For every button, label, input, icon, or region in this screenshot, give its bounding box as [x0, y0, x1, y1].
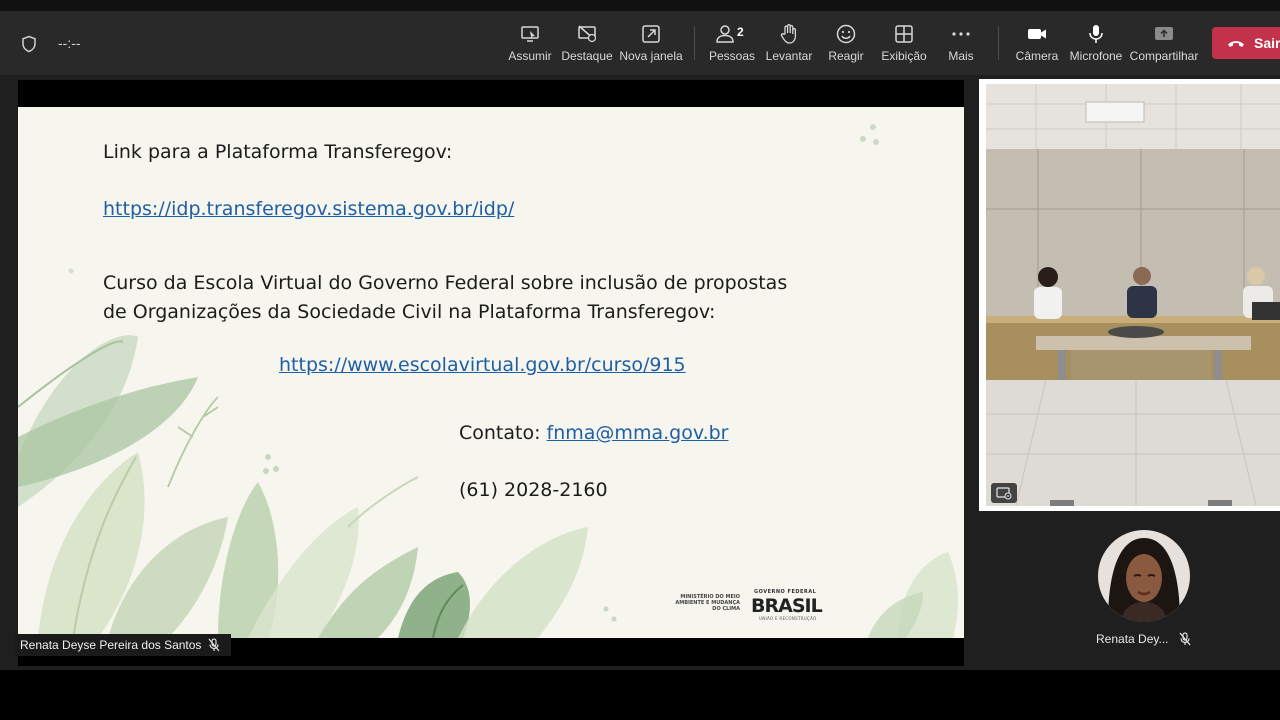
screen-share-stage: Link para a Plataforma Transferegov: htt…	[18, 80, 964, 666]
meeting-timer: --:--	[58, 35, 81, 51]
take-control-button[interactable]: Assumir	[508, 17, 552, 69]
shield-icon	[22, 35, 36, 53]
room-video-feed[interactable]	[986, 84, 1280, 506]
microphone-icon	[1089, 25, 1103, 43]
share-button[interactable]: Compartilhar	[1130, 17, 1198, 69]
spotlight-off-icon	[578, 25, 597, 43]
spotlight-label: Destaque	[561, 49, 613, 63]
contact-email-link[interactable]: fnma@mma.gov.br	[547, 422, 729, 444]
presenter-name-tag: Renata Deyse Pereira dos Santos	[14, 634, 232, 656]
raise-hand-button[interactable]: Levantar	[766, 17, 812, 69]
camera-button[interactable]: Câmera	[1014, 17, 1060, 69]
hang-up-icon	[1228, 41, 1244, 47]
pop-out-button[interactable]: Nova janela	[619, 17, 683, 69]
government-logos: MINISTÉRIO DO MEIO AMBIENTE E MUDANÇA DO…	[674, 589, 834, 625]
room-video-image	[986, 84, 1280, 506]
toolbar-divider	[998, 26, 999, 60]
course-text-line1: Curso da Escola Virtual do Governo Feder…	[103, 272, 788, 294]
share-icon	[1155, 27, 1173, 40]
contact-label: Contato:	[459, 422, 547, 444]
pop-out-icon	[642, 25, 660, 43]
screen-view-icon	[996, 487, 1012, 500]
course-text-line2: de Organizações da Sociedade Civil na Pl…	[103, 301, 716, 323]
top-strip	[0, 0, 1280, 11]
raise-hand-label: Levantar	[765, 49, 813, 63]
mic-off-icon	[208, 638, 220, 652]
toolbar-divider	[694, 26, 695, 60]
participant-name: Renata Dey...	[1096, 632, 1169, 646]
view-button[interactable]: Exibição	[881, 17, 927, 69]
more-icon	[952, 32, 970, 36]
spotlight-button[interactable]: Destaque	[561, 17, 613, 69]
contact-line: Contato: fnma@mma.gov.br	[459, 422, 729, 444]
people-count: 2	[737, 25, 744, 39]
microphone-button[interactable]: Microfone	[1068, 17, 1124, 69]
view-label: Exibição	[881, 49, 927, 63]
participant-avatar[interactable]	[1098, 530, 1190, 622]
leave-label: Sair	[1254, 35, 1280, 51]
react-label: Reagir	[828, 49, 864, 63]
gov-logo-bottom: UNIÃO E RECONSTRUÇÃO	[759, 616, 817, 621]
more-button[interactable]: Mais	[944, 17, 978, 69]
leave-button[interactable]: Sair	[1212, 27, 1280, 59]
react-button[interactable]: Reagir	[827, 17, 865, 69]
people-icon	[716, 25, 734, 43]
participant-mic-off-icon	[1179, 632, 1191, 646]
more-label: Mais	[948, 49, 974, 63]
meeting-toolbar: --:-- Assumir Destaque Nova janela 2 Pes…	[0, 11, 1280, 75]
brasil-logo: BRASIL	[751, 595, 823, 617]
transferegov-link[interactable]: https://idp.transferegov.sistema.gov.br/…	[103, 198, 514, 220]
take-control-label: Assumir	[508, 49, 552, 63]
bottom-letterbox	[0, 670, 1280, 720]
contact-phone: (61) 2028-2160	[459, 479, 608, 501]
microphone-label: Microfone	[1069, 49, 1123, 63]
people-label: Pessoas	[708, 49, 756, 63]
ministry-logo-text: MINISTÉRIO DO MEIO AMBIENTE E MUDANÇA DO…	[675, 594, 740, 612]
slide-heading: Link para a Plataforma Transferegov:	[103, 141, 453, 163]
camera-icon	[1028, 29, 1046, 39]
presenter-name: Renata Deyse Pereira dos Santos	[20, 638, 202, 652]
take-control-icon	[521, 26, 539, 42]
react-icon	[836, 24, 856, 44]
course-link[interactable]: https://www.escolavirtual.gov.br/curso/9…	[279, 354, 686, 376]
view-icon	[895, 25, 913, 43]
video-options-button[interactable]	[991, 483, 1017, 503]
share-label: Compartilhar	[1129, 49, 1199, 63]
participant-photo	[1098, 530, 1190, 622]
camera-label: Câmera	[1015, 49, 1059, 63]
raise-hand-icon	[780, 24, 797, 44]
presentation-slide: Link para a Plataforma Transferegov: htt…	[18, 107, 964, 638]
people-button[interactable]: 2 Pessoas	[709, 17, 755, 69]
pop-out-label: Nova janela	[619, 49, 683, 63]
